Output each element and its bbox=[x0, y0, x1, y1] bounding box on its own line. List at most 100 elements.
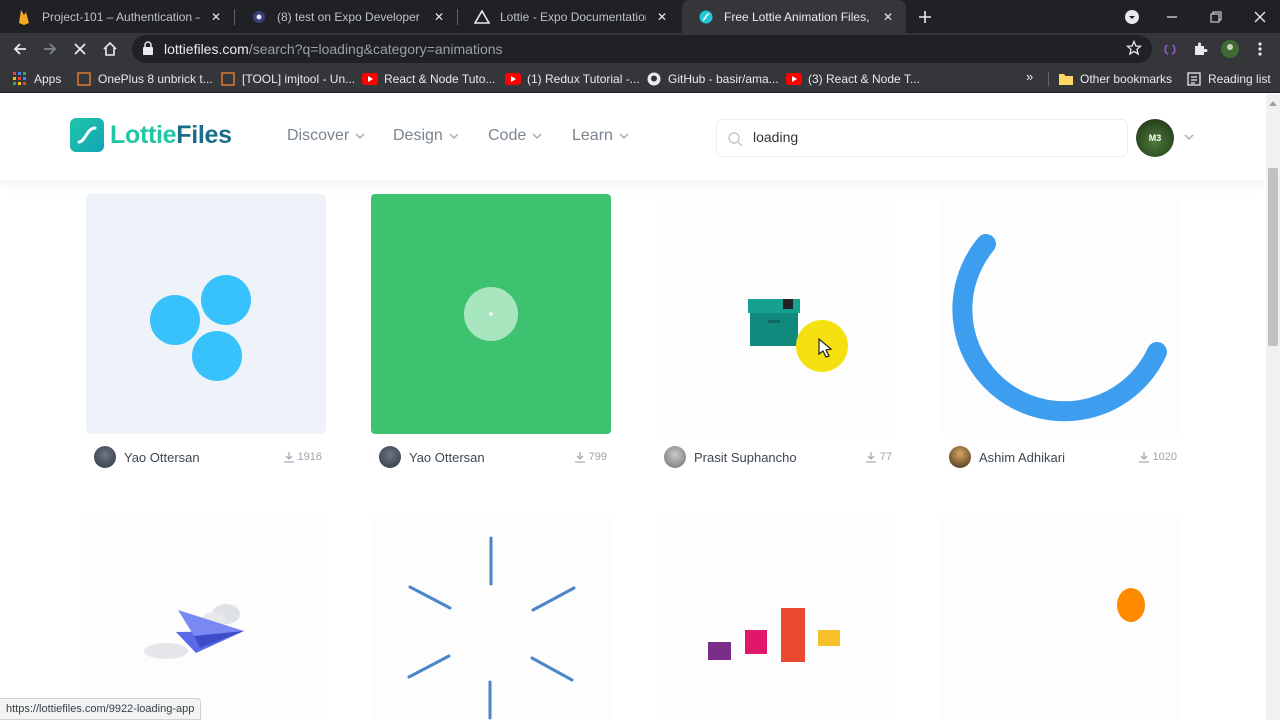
animation-card[interactable]: Yao Ottersan 1916 bbox=[86, 194, 326, 470]
bookmark-github[interactable]: GitHub - basir/ama... bbox=[646, 69, 779, 89]
page-icon bbox=[76, 71, 92, 87]
restore-button[interactable] bbox=[1196, 0, 1236, 33]
paper-plane-animation bbox=[144, 604, 244, 659]
home-button[interactable] bbox=[98, 37, 122, 61]
animation-thumbnail[interactable] bbox=[86, 194, 326, 434]
search-icon bbox=[727, 131, 743, 152]
apps-grid-icon bbox=[12, 71, 28, 87]
animation-thumbnail[interactable] bbox=[941, 514, 1181, 720]
stop-loading-button[interactable] bbox=[68, 37, 92, 61]
animation-card[interactable] bbox=[941, 514, 1181, 720]
pulse-circle-animation bbox=[464, 287, 518, 341]
bookmark-imjtool[interactable]: [TOOL] imjtool - Un... bbox=[220, 69, 355, 89]
download-icon bbox=[283, 451, 294, 463]
nav-label: Discover bbox=[287, 127, 350, 144]
animation-card[interactable]: Prasit Suphancho 77 bbox=[656, 194, 896, 470]
youtube-icon bbox=[362, 71, 378, 87]
author-name[interactable]: Yao Ottersan bbox=[409, 450, 485, 465]
search-input[interactable] bbox=[753, 129, 1113, 145]
colored-bars-animation bbox=[708, 608, 840, 662]
tab-lottiefiles[interactable]: Free Lottie Animation Files, Tools ✕ bbox=[682, 0, 906, 33]
bookmark-label: OnePlus 8 unbrick t... bbox=[98, 72, 213, 86]
nav-design[interactable]: Design bbox=[393, 127, 459, 145]
extension-redux-icon[interactable] bbox=[1160, 39, 1180, 59]
bookmark-label: [TOOL] imjtool - Un... bbox=[242, 72, 356, 86]
animation-thumbnail[interactable] bbox=[941, 194, 1181, 434]
author-avatar[interactable] bbox=[949, 446, 971, 468]
firebase-icon bbox=[16, 9, 32, 25]
chevron-down-icon bbox=[449, 133, 459, 139]
author-name[interactable]: Prasit Suphancho bbox=[694, 450, 797, 465]
animation-card[interactable] bbox=[86, 514, 326, 720]
card-meta: Ashim Adhikari 1020 bbox=[949, 446, 1177, 468]
bookmark-label: GitHub - basir/ama... bbox=[668, 72, 779, 86]
back-button[interactable] bbox=[8, 37, 32, 61]
address-bar[interactable]: lottiefiles.com/search?q=loading&categor… bbox=[132, 35, 1152, 63]
close-window-button[interactable] bbox=[1240, 0, 1280, 33]
nav-label: Code bbox=[488, 127, 527, 144]
nav-code[interactable]: Code bbox=[488, 127, 542, 145]
author-avatar[interactable] bbox=[94, 446, 116, 468]
animation-card[interactable]: Yao Ottersan 799 bbox=[371, 194, 611, 470]
scrollbar-thumb[interactable] bbox=[1268, 168, 1278, 346]
animation-thumbnail[interactable] bbox=[656, 194, 896, 434]
author-name[interactable]: Ashim Adhikari bbox=[979, 450, 1065, 465]
bookmark-apps[interactable]: Apps bbox=[12, 69, 61, 89]
close-icon[interactable]: ✕ bbox=[208, 9, 224, 25]
tab-expo-docs[interactable]: Lottie - Expo Documentation ✕ bbox=[458, 0, 680, 33]
bookmark-label: Other bookmarks bbox=[1080, 72, 1173, 86]
animation-card[interactable] bbox=[656, 514, 896, 720]
author-avatar[interactable] bbox=[379, 446, 401, 468]
page-scrollbar[interactable] bbox=[1266, 94, 1280, 720]
bookmark-react-node[interactable]: React & Node Tuto... bbox=[362, 69, 495, 89]
nav-discover[interactable]: Discover bbox=[287, 127, 365, 145]
forward-button[interactable] bbox=[38, 37, 62, 61]
box-cursor-animation bbox=[748, 299, 848, 372]
author-avatar[interactable] bbox=[664, 446, 686, 468]
status-url-text: https://lottiefiles.com/9922-loading-app bbox=[6, 703, 195, 715]
extensions-puzzle-icon[interactable] bbox=[1190, 39, 1210, 59]
bookmark-react-node-3[interactable]: (3) React & Node T... bbox=[786, 69, 920, 89]
close-icon[interactable]: ✕ bbox=[654, 9, 670, 25]
chevron-down-icon bbox=[619, 133, 629, 139]
profile-avatar[interactable] bbox=[1220, 39, 1240, 59]
animation-thumbnail[interactable] bbox=[656, 514, 896, 720]
reading-list[interactable]: Reading list bbox=[1186, 69, 1271, 89]
tab-expo-devtools[interactable]: (8) test on Expo Developer Tools ✕ bbox=[235, 0, 457, 33]
search-box[interactable] bbox=[716, 119, 1128, 157]
close-icon[interactable]: ✕ bbox=[880, 9, 896, 25]
animation-card[interactable] bbox=[371, 514, 611, 720]
author-name[interactable]: Yao Ottersan bbox=[124, 450, 200, 465]
animation-thumbnail[interactable] bbox=[371, 514, 611, 720]
download-icon bbox=[574, 451, 585, 463]
download-count: 77 bbox=[865, 451, 892, 463]
animation-thumbnail[interactable] bbox=[371, 194, 611, 434]
minimize-button[interactable] bbox=[1152, 0, 1192, 33]
youtube-icon bbox=[505, 71, 521, 87]
card-meta: Prasit Suphancho 77 bbox=[664, 446, 892, 468]
lottie-icon bbox=[698, 9, 714, 25]
tab-search-button[interactable] bbox=[1112, 0, 1152, 33]
nav-learn[interactable]: Learn bbox=[572, 127, 629, 145]
menu-kebab-icon[interactable] bbox=[1250, 39, 1270, 59]
chevron-down-icon[interactable] bbox=[1184, 134, 1194, 140]
bookmark-oneplus[interactable]: OnePlus 8 unbrick t... bbox=[76, 69, 213, 89]
new-tab-button[interactable] bbox=[914, 6, 936, 28]
orange-blob-animation bbox=[1117, 588, 1145, 622]
folder-icon bbox=[1058, 71, 1074, 87]
logo-text: LottieFiles bbox=[110, 120, 232, 149]
close-icon[interactable]: ✕ bbox=[431, 9, 447, 25]
lottiefiles-logo[interactable]: LottieFiles bbox=[70, 118, 232, 152]
bookmark-other[interactable]: Other bookmarks bbox=[1058, 69, 1172, 89]
lottie-logo-icon bbox=[70, 118, 104, 152]
user-avatar[interactable]: M3 bbox=[1136, 119, 1174, 157]
bookmark-redux[interactable]: (1) Redux Tutorial -... bbox=[505, 69, 640, 89]
animation-card[interactable]: Ashim Adhikari 1020 bbox=[941, 194, 1181, 470]
page-icon bbox=[220, 71, 236, 87]
animation-thumbnail[interactable] bbox=[86, 514, 326, 720]
bookmark-label: React & Node Tuto... bbox=[384, 72, 496, 86]
nav-label: Learn bbox=[572, 127, 613, 144]
more-bookmarks-chevron-icon[interactable]: » bbox=[1026, 69, 1033, 84]
bookmark-star-icon[interactable] bbox=[1125, 39, 1143, 61]
tab-firebase[interactable]: Project-101 – Authentication – Fi ✕ bbox=[0, 0, 234, 33]
